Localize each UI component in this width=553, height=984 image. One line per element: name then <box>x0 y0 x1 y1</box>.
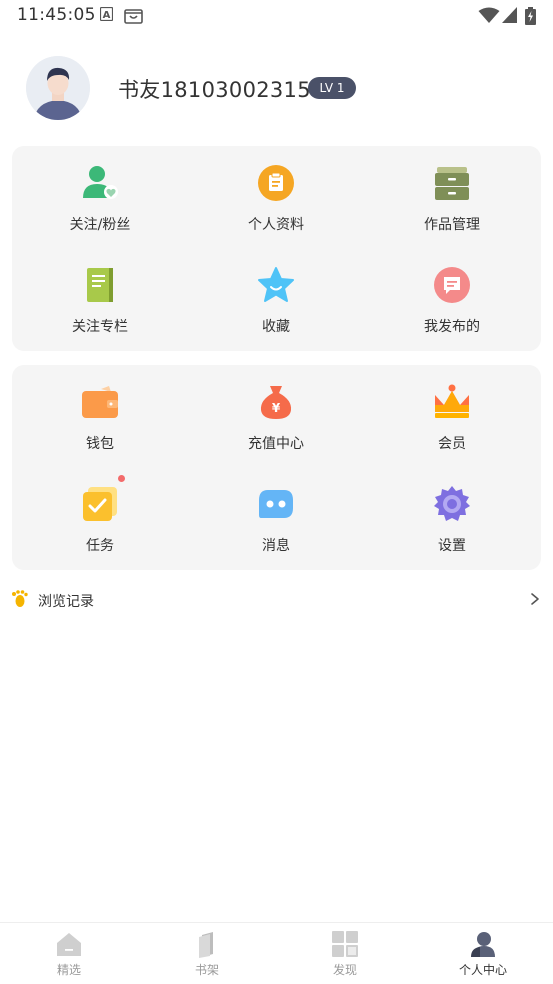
follow-fans-label: 关注/粉丝 <box>69 217 131 233</box>
bottom-tab-bar: 精选 书架 发现 个人中心 <box>0 922 553 984</box>
tab-discover-label: 发现 <box>332 963 357 977</box>
profile-info-icon <box>258 165 294 201</box>
wallet-label: 钱包 <box>86 436 114 452</box>
tasks-button[interactable]: 任务 <box>12 471 188 561</box>
my-posts-label: 我发布的 <box>424 319 480 335</box>
svg-text:¥: ¥ <box>272 401 281 415</box>
tab-bookshelf[interactable]: 书架 <box>138 923 276 984</box>
my-posts-button[interactable]: 我发布的 <box>364 252 540 342</box>
level-badge: LV 1 <box>308 77 356 99</box>
status-time: 11:45:05 <box>17 5 96 25</box>
cell-signal-icon <box>502 7 517 23</box>
crown-icon <box>435 384 469 418</box>
star-icon <box>258 267 294 302</box>
tab-discover[interactable]: 发现 <box>276 923 414 984</box>
vip-button[interactable]: 会员 <box>364 369 540 459</box>
messages-label: 消息 <box>262 538 290 554</box>
settings-label: 设置 <box>438 538 466 554</box>
battery-charging-icon <box>525 7 536 25</box>
browse-history-row[interactable]: 浏览记录 <box>0 584 553 616</box>
home-icon <box>57 933 81 956</box>
recharge-center-label: 充值中心 <box>248 436 304 452</box>
works-manage-button[interactable]: 作品管理 <box>364 150 540 240</box>
favorites-label: 收藏 <box>262 319 290 335</box>
tab-featured-label: 精选 <box>56 963 81 977</box>
notification-a-icon: A <box>100 7 113 21</box>
column-follow-button[interactable]: 关注专栏 <box>12 252 188 342</box>
column-follow-label: 关注专栏 <box>72 319 128 335</box>
discover-icon <box>332 931 358 957</box>
works-manage-label: 作品管理 <box>424 217 480 233</box>
profile-info-label: 个人资料 <box>248 217 304 233</box>
store-icon <box>124 9 143 24</box>
follow-fans-button[interactable]: 关注/粉丝 <box>12 150 188 240</box>
settings-button[interactable]: 设置 <box>364 471 540 561</box>
avatar-image <box>26 56 90 120</box>
wallet-button[interactable]: 钱包 <box>12 369 188 459</box>
favorites-button[interactable]: 收藏 <box>188 252 364 342</box>
money-bag-icon: ¥ <box>260 386 292 419</box>
message-icon <box>259 490 293 518</box>
wifi-icon <box>478 7 500 23</box>
username: 书友18103002315 <box>118 78 311 102</box>
follow-fans-icon <box>83 166 118 199</box>
status-bar: 11:45:05 A <box>0 0 553 32</box>
vip-label: 会员 <box>438 436 466 452</box>
task-icon <box>83 487 117 521</box>
my-posts-icon <box>434 267 470 303</box>
wallet-icon <box>82 386 118 418</box>
tab-user-center-label: 个人中心 <box>458 963 507 977</box>
footprint-icon <box>12 590 28 607</box>
chevron-right-icon <box>531 593 539 605</box>
messages-button[interactable]: 消息 <box>188 471 364 561</box>
browse-history-label: 浏览记录 <box>38 594 94 610</box>
avatar[interactable] <box>26 56 90 120</box>
gear-icon <box>434 486 470 521</box>
tab-bookshelf-label: 书架 <box>194 963 219 977</box>
notification-dot <box>118 475 125 482</box>
user-center-icon <box>471 932 495 957</box>
column-book-icon <box>87 268 113 302</box>
bookshelf-icon <box>199 932 213 958</box>
works-manage-icon <box>435 167 469 200</box>
feature-card-2: 钱包 ¥ 充值中心 会员 任务 消息 设置 <box>12 365 541 570</box>
profile-info-button[interactable]: 个人资料 <box>188 150 364 240</box>
svg-text:A: A <box>103 10 111 21</box>
tab-featured[interactable]: 精选 <box>0 923 138 984</box>
tasks-label: 任务 <box>86 538 114 554</box>
tab-user-center[interactable]: 个人中心 <box>414 923 552 984</box>
recharge-center-button[interactable]: ¥ 充值中心 <box>188 369 364 459</box>
feature-card-1: 关注/粉丝 个人资料 作品管理 关注专栏 收藏 我发布的 <box>12 146 541 351</box>
